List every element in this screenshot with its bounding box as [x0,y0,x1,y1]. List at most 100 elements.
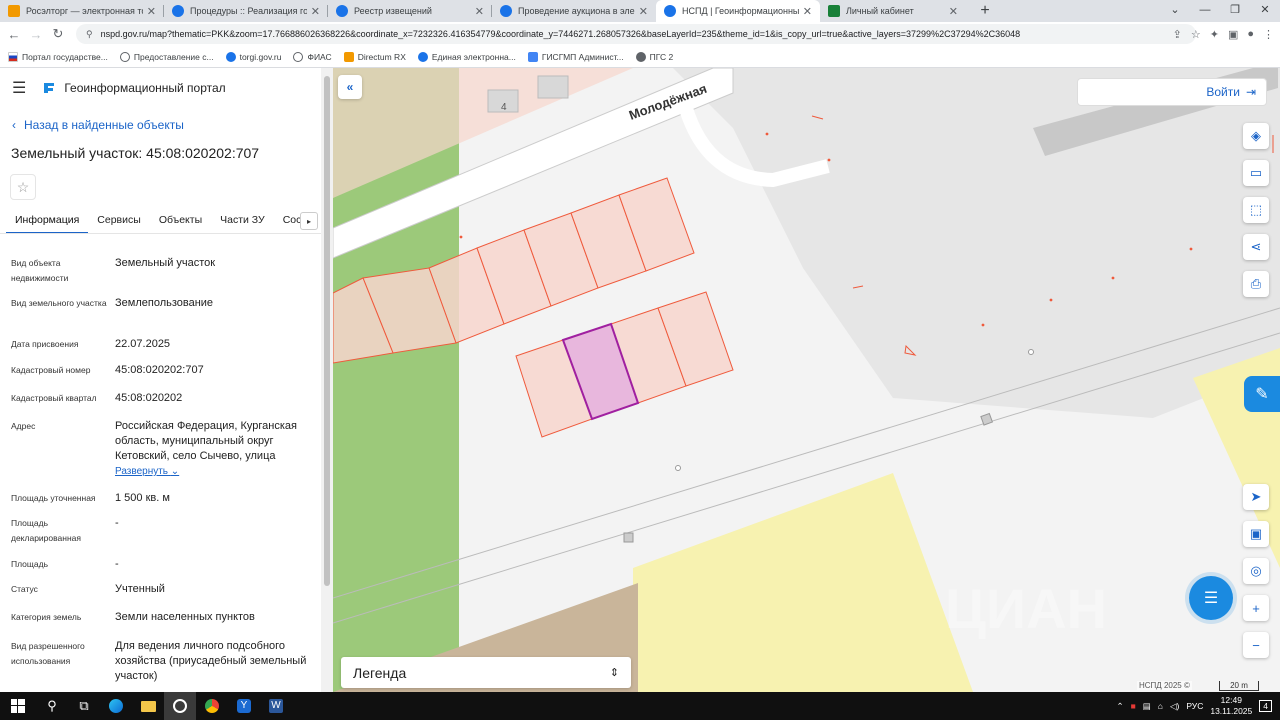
map-view[interactable]: Молодёжная 4 ЦИАН « Войти ⇥ ◈ ▭ ⬚ ⋖ ⎙ ✎ ➤… [333,68,1280,692]
tab-favicon-icon [336,5,348,17]
network-icon[interactable]: ⌂ [1158,701,1163,711]
attribute-value: Российская Федерация, Курганская область… [115,419,315,479]
layers-icon[interactable]: ◈ [1243,123,1269,149]
cadastral-map-canvas[interactable]: Молодёжная 4 ЦИАН [333,68,1280,692]
toolbar-icons: ⇪ ☆ ✦ ▣ ● ⋮ [1173,22,1274,46]
tab-label: НСПД | Геоинформационный п [682,6,799,16]
window-close-button[interactable]: ✕ [1250,0,1280,22]
bookmark-item[interactable]: ПГС 2 [635,51,673,62]
chevron-left-icon: ‹ [12,118,16,132]
new-tab-button[interactable]: + [974,0,996,22]
address-bar[interactable]: ⚲ nspd.gov.ru/map?thematic=PKK&zoom=17.7… [76,24,1196,44]
close-icon[interactable]: ✕ [475,5,484,18]
tab-services[interactable]: Сервисы [88,208,150,233]
browser-tab[interactable]: Процедуры :: Реализация госи ✕ [164,0,328,22]
share-icon[interactable]: ⋖ [1243,234,1269,260]
browser-tab[interactable]: Реестр извещений ✕ [328,0,492,22]
portal-title: Геоинформационный портал [64,81,226,95]
attribute-key: Категория земель [11,612,82,622]
tab-label: Личный кабинет [846,6,914,16]
login-bar[interactable]: Войти ⇥ [1077,78,1267,106]
bookmark-item[interactable]: Предоставление с... [119,51,214,62]
browser-tab[interactable]: Проведение аукциона в электр ✕ [492,0,656,22]
url-text: nspd.gov.ru/map?thematic=PKK&zoom=17.766… [100,29,1021,39]
tray-app-icon[interactable]: ▤ [1143,701,1151,712]
clock[interactable]: 12:49 13.11.2025 [1210,695,1252,717]
tab-info[interactable]: Информация [6,208,89,233]
bookmark-item[interactable]: Портал государстве... [8,51,108,62]
geolocation-icon[interactable]: ◎ [1243,558,1269,584]
language-indicator[interactable]: РУС [1186,701,1203,711]
back-to-results-link[interactable]: ‹ Назад в найденные объекты [12,118,184,132]
search-icon[interactable]: ⚲ [36,692,68,720]
close-icon[interactable]: ✕ [639,5,648,18]
word-icon[interactable]: W [260,692,292,720]
menu-icon[interactable]: ⋮ [1263,28,1274,41]
bookmark-star-icon[interactable]: ☆ [1191,28,1201,41]
back-arrow-icon[interactable]: ← [3,27,25,42]
zoom-out-button[interactable]: − [1243,632,1269,658]
panel-header: ☰ Геоинформационный портал [0,68,322,108]
close-icon[interactable]: ✕ [949,5,958,18]
bookmark-item[interactable]: ФИАС [293,51,332,62]
attribute-key: Дата присвоения [11,339,79,349]
yandex-icon[interactable]: Y [228,692,260,720]
close-icon[interactable]: ✕ [803,5,812,18]
map-building [537,75,569,99]
forward-arrow-icon[interactable]: → [25,27,47,42]
bookmark-item[interactable]: torgi.gov.ru [225,51,281,62]
notifications-icon[interactable]: 4 [1259,700,1272,712]
object-info-panel: ☰ Геоинформационный портал ‹ Назад в найд… [0,68,333,692]
tabs-scroll-right-button[interactable]: ▸ [300,212,318,230]
attribute-key: Площадь [11,559,49,569]
tab-parts[interactable]: Части ЗУ [211,208,274,233]
task-view-icon[interactable]: ⧉ [68,692,100,720]
profile-avatar-icon[interactable]: ● [1247,28,1254,40]
collapse-panel-button[interactable]: « [338,75,362,99]
share-icon[interactable]: ⇪ [1173,28,1182,41]
sidepanel-icon[interactable]: ▣ [1228,28,1238,41]
tab-favicon-icon [828,5,840,17]
minimize-button[interactable]: — [1190,0,1220,22]
browser-tab[interactable]: Личный кабинет ✕ [820,0,966,22]
bookmark-item[interactable]: Directum RX [343,51,406,62]
site-info-icon[interactable]: ⚲ [86,29,93,40]
attribute-value: Для ведения личного подсобного хозяйства… [115,640,307,682]
app-icon[interactable] [164,692,196,720]
close-icon[interactable]: ✕ [147,5,156,18]
favorite-star-button[interactable]: ☆ [10,174,36,200]
reload-icon[interactable]: ↻ [47,26,69,42]
navigate-arrow-icon[interactable]: ➤ [1243,484,1269,510]
browser-tab[interactable]: Росэлторг — электронная торг ✕ [0,0,164,22]
windows-start-icon[interactable] [0,692,36,720]
tab-search-icon[interactable]: ⌄ [1160,0,1190,22]
volume-icon[interactable]: ◁) [1170,701,1179,712]
expand-address-link[interactable]: Развернуть ⌄ [115,466,179,477]
file-explorer-icon[interactable] [132,692,164,720]
tray-app-icon[interactable]: ■ [1131,701,1136,711]
edge-browser-icon[interactable] [100,692,132,720]
picture-in-picture-icon[interactable]: ▣ [1243,521,1269,547]
bookmark-item[interactable]: Единая электронна... [417,51,516,62]
extensions-icon[interactable]: ✦ [1210,28,1219,41]
portal-icon [417,51,428,62]
tab-objects[interactable]: Объекты [150,208,211,233]
ruler-icon[interactable]: ▭ [1243,160,1269,186]
attribute-value: 1 500 кв. м [115,492,170,504]
chrome-icon[interactable] [196,692,228,720]
assistant-chat-icon[interactable]: ☰ [1189,576,1233,620]
restore-button[interactable]: ❐ [1220,0,1250,22]
scrollbar-thumb[interactable] [324,76,330,586]
legend-dropdown[interactable]: Легенда ⇕ [341,657,631,688]
chevron-up-icon[interactable]: ⌃ [1117,701,1124,712]
close-icon[interactable]: ✕ [311,5,320,18]
print-icon[interactable]: ⎙ [1243,271,1269,297]
bookmark-item[interactable]: ГИСГМП Админист... [527,51,624,62]
feedback-chat-icon[interactable]: ✎ [1244,376,1280,412]
browser-tab-active[interactable]: НСПД | Геоинформационный п ✕ [656,0,820,22]
attribute-key: Площадь декларированная [11,518,81,543]
area-select-icon[interactable]: ⬚ [1243,197,1269,223]
panel-scrollbar[interactable] [321,68,333,692]
zoom-in-button[interactable]: + [1243,595,1269,621]
hamburger-menu-icon[interactable]: ☰ [12,78,26,98]
